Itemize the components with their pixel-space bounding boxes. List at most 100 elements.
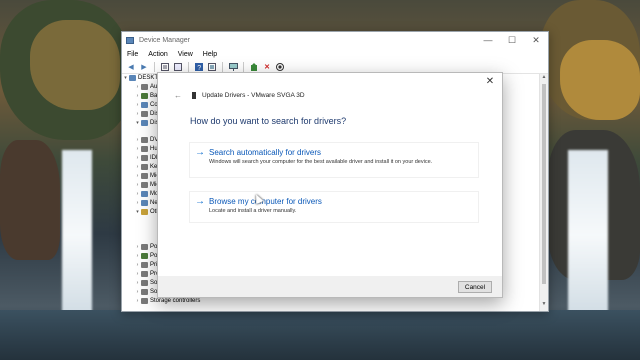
expand-icon[interactable]: › [134, 190, 141, 198]
arrow-right-icon: → [195, 196, 205, 207]
scrollbar-thumb[interactable] [542, 84, 546, 284]
expand-icon[interactable]: › [134, 136, 141, 144]
view-icon[interactable] [207, 62, 217, 71]
expand-icon[interactable]: › [134, 243, 141, 251]
show-hide-icon[interactable] [173, 62, 183, 71]
back-icon[interactable]: ◀ [126, 62, 136, 71]
menu-bar: File Action View Help [122, 48, 548, 60]
back-arrow-icon[interactable]: ← [174, 91, 182, 100]
tree-item[interactable]: › Mo [134, 190, 158, 198]
device-category-icon [141, 101, 148, 108]
device-category-icon [141, 297, 148, 304]
dialog-title: Update Drivers - VMware SVGA 3D [202, 92, 305, 99]
expand-icon[interactable]: › [134, 163, 141, 171]
device-category-icon [141, 181, 148, 188]
update-driver-icon[interactable] [249, 62, 259, 71]
wallpaper-rock [0, 140, 60, 260]
vertical-scrollbar[interactable]: ▲ ▼ [539, 74, 548, 311]
expand-icon[interactable]: › [134, 172, 141, 180]
cancel-button[interactable]: Cancel [458, 281, 492, 293]
expand-icon[interactable]: › [134, 199, 141, 207]
window-title: Device Manager [139, 36, 190, 44]
tree-item[interactable]: › Pro [134, 270, 159, 278]
toolbar-divider [243, 61, 244, 72]
menu-action[interactable]: Action [148, 51, 167, 58]
device-category-icon [141, 279, 148, 286]
toolbar-divider [188, 61, 189, 72]
expand-icon[interactable]: › [134, 288, 141, 296]
device-category-icon [141, 199, 148, 206]
device-category-icon [141, 270, 148, 277]
option-description: Windows will search your computer for th… [209, 159, 433, 165]
device-category-icon [141, 288, 148, 295]
device-category-icon [141, 119, 148, 126]
device-category-icon [141, 244, 148, 251]
expand-icon[interactable]: › [134, 270, 141, 278]
close-button[interactable]: ✕ [524, 35, 548, 46]
dialog-footer: Cancel [158, 276, 502, 297]
properties-icon[interactable] [160, 62, 170, 71]
scan-icon[interactable] [275, 62, 285, 71]
collapse-icon[interactable]: ▾ [122, 74, 129, 82]
device-category-icon [141, 110, 148, 117]
browse-computer-option[interactable]: → Browse my computer for drivers Locate … [189, 191, 479, 223]
expand-icon[interactable]: › [134, 145, 141, 153]
search-automatically-option[interactable]: → Search automatically for drivers Windo… [189, 142, 479, 178]
menu-help[interactable]: Help [203, 51, 217, 58]
expand-icon[interactable]: › [134, 101, 141, 109]
arrow-right-icon: → [195, 147, 205, 158]
dialog-close-icon[interactable]: ✕ [484, 76, 496, 87]
expand-icon[interactable]: › [134, 181, 141, 189]
toolbar-divider [154, 61, 155, 72]
option-title: Browse my computer for drivers [209, 197, 322, 206]
toolbar-divider [222, 61, 223, 72]
computer-icon [129, 75, 136, 81]
title-bar[interactable]: Device Manager — ☐ ✕ [122, 32, 548, 48]
device-category-icon [141, 84, 148, 90]
device-category-icon [141, 253, 148, 260]
update-drivers-dialog: ✕ ← Update Drivers - VMware SVGA 3D How … [157, 72, 503, 298]
wallpaper-foliage [560, 40, 640, 120]
option-description: Locate and install a driver manually. [209, 208, 297, 214]
uninstall-icon[interactable]: ✕ [262, 62, 272, 71]
window-controls: — ☐ ✕ [476, 35, 548, 46]
device-category-icon [141, 190, 148, 197]
dialog-question: How do you want to search for drivers? [190, 116, 347, 126]
forward-icon[interactable]: ▶ [139, 62, 149, 71]
scroll-up-icon[interactable]: ▲ [540, 74, 548, 82]
tree-item[interactable]: › Bat [134, 92, 159, 100]
menu-file[interactable]: File [127, 51, 138, 58]
minimize-button[interactable]: — [476, 35, 500, 46]
wallpaper-foliage [30, 20, 120, 110]
expand-icon[interactable]: › [134, 154, 141, 162]
maximize-button[interactable]: ☐ [500, 35, 524, 46]
device-category-icon [141, 137, 148, 144]
tree-item[interactable]: › Net [134, 199, 159, 207]
expand-icon[interactable]: › [134, 297, 141, 305]
scroll-down-icon[interactable]: ▼ [540, 301, 548, 309]
expand-icon[interactable]: › [134, 279, 141, 287]
device-category-icon [141, 92, 148, 99]
device-category-icon [141, 164, 148, 171]
expand-icon[interactable]: › [134, 110, 141, 118]
tree-item[interactable]: › Mic [134, 181, 159, 189]
wallpaper-water [0, 310, 640, 360]
option-title: Search automatically for drivers [209, 148, 322, 157]
collapse-icon[interactable]: ▾ [134, 119, 141, 127]
monitor-icon[interactable] [228, 62, 238, 71]
expand-icon[interactable]: › [134, 252, 141, 260]
wallpaper-waterfall [62, 150, 92, 320]
expand-icon[interactable]: › [134, 92, 141, 100]
expand-icon[interactable]: › [134, 83, 141, 91]
collapse-icon[interactable]: ▾ [134, 208, 141, 216]
device-category-icon [141, 208, 148, 215]
help-icon[interactable]: ? [194, 62, 204, 71]
tree-item[interactable]: › Por [134, 243, 159, 251]
tree-item[interactable]: › Hu [134, 145, 158, 153]
device-manager-icon [126, 36, 134, 44]
expand-icon[interactable]: › [134, 261, 141, 269]
menu-view[interactable]: View [178, 51, 193, 58]
display-adapter-icon [192, 92, 196, 99]
tree-item[interactable]: ▾ Oth [134, 208, 160, 216]
tree-item[interactable]: › Mic [134, 172, 159, 180]
